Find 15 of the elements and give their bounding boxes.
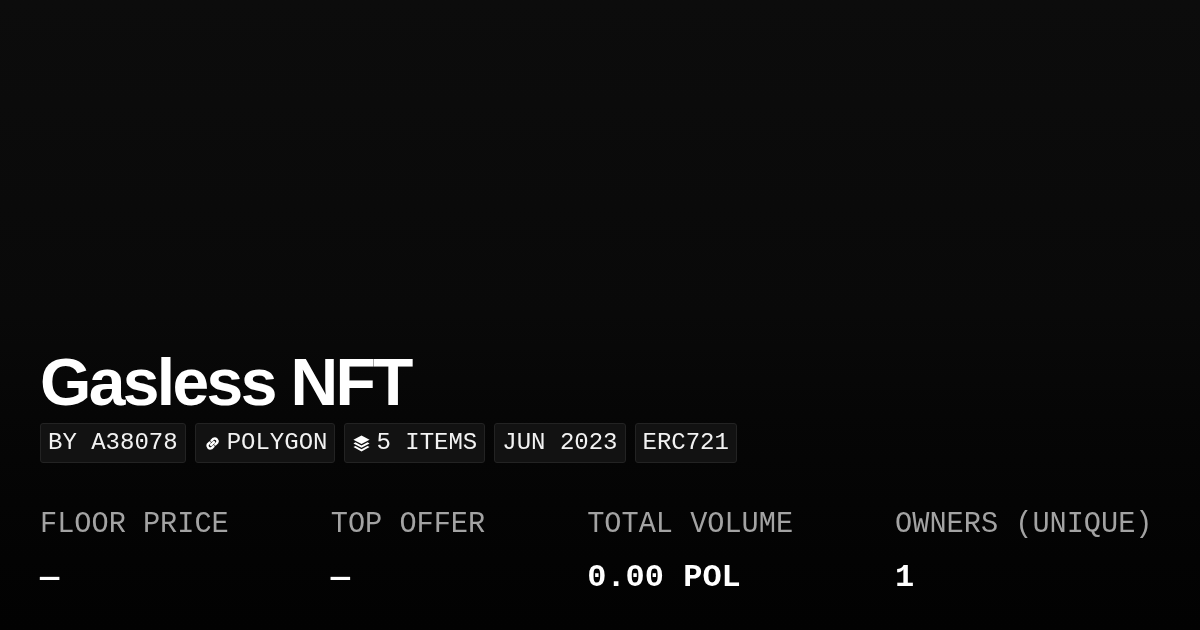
stat-label: OWNERS (UNIQUE) xyxy=(895,511,1153,540)
chip-label: BY A38078 xyxy=(48,431,178,455)
stat-label: TOP OFFER xyxy=(330,511,486,540)
layers-icon xyxy=(352,433,372,453)
stat-value: 1 xyxy=(895,561,915,594)
chip-label: 5 ITEMS xyxy=(376,431,478,455)
stat-value: — xyxy=(330,561,350,594)
chip-label: JUN 2023 xyxy=(502,431,618,455)
chip-label: ERC721 xyxy=(642,431,729,455)
collection-title: Gasless NFT xyxy=(40,349,411,415)
stat-value: 0.00 POL xyxy=(587,561,741,594)
stat-value: — xyxy=(40,561,60,594)
stat-label: FLOOR PRICE xyxy=(40,511,229,540)
stat-label: TOTAL VOLUME xyxy=(587,511,794,540)
chip-label: POLYGON xyxy=(226,431,328,455)
